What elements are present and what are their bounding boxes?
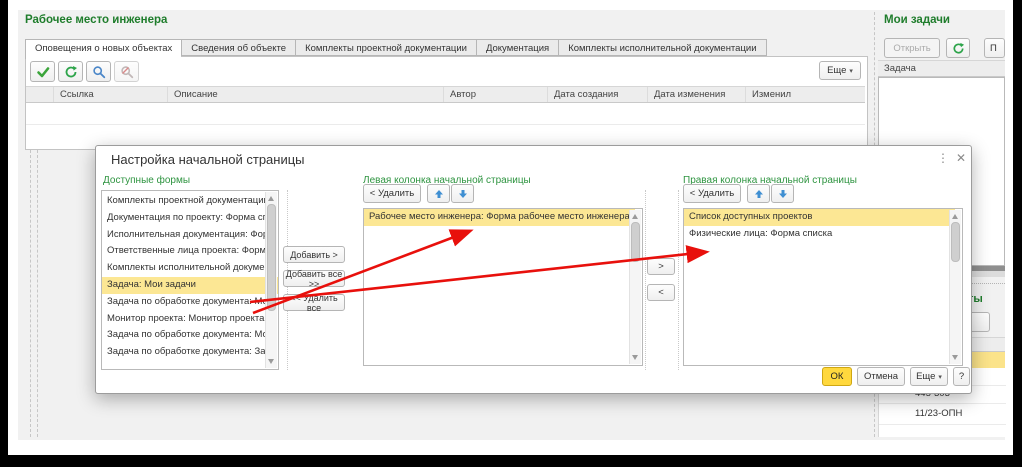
row-divider	[879, 424, 1006, 425]
tasks-table-header: Задача	[878, 60, 1005, 77]
close-icon[interactable]: ✕	[956, 152, 966, 164]
more-button-dialog[interactable]: Еще ▾	[910, 367, 948, 386]
tasks-clipped-button[interactable]: П	[984, 38, 1005, 58]
ok-button[interactable]: ОК	[822, 367, 852, 386]
right-move-up-button[interactable]	[747, 184, 770, 203]
available-forms-label: Доступные формы	[103, 175, 190, 186]
check-icon	[36, 65, 50, 79]
scroll-up-icon[interactable]	[632, 214, 638, 219]
cancel-find-button[interactable]	[114, 61, 139, 82]
more-button-main[interactable]: Еще ▾	[819, 61, 861, 80]
list-item[interactable]: Ответственные лица проекта: Форма с...	[102, 243, 267, 260]
add-all-button[interactable]: Добавить все >>	[283, 270, 345, 287]
list-item[interactable]: Комплекты проектной документации: Ф...	[102, 193, 267, 210]
group-separator	[645, 190, 646, 370]
tasks-panel-title: Мои задачи	[884, 14, 950, 26]
refresh-icon	[64, 65, 78, 79]
tab-documentation[interactable]: Документация	[476, 39, 558, 56]
refresh-icon	[952, 42, 965, 55]
arrow-up-icon	[754, 189, 764, 199]
scroll-up-icon[interactable]	[952, 214, 958, 219]
cancel-search-icon	[120, 65, 134, 79]
move-right-button[interactable]: >	[647, 258, 675, 275]
group-separator	[678, 190, 679, 370]
arrow-up-icon	[434, 189, 444, 199]
arrow-down-icon	[458, 189, 468, 199]
scrollbar-thumb[interactable]	[267, 204, 276, 311]
scrollbar[interactable]	[265, 192, 277, 368]
list-item[interactable]: Монитор проекта: Монитор проекта	[102, 311, 267, 328]
refresh-button[interactable]	[58, 61, 83, 82]
open-task-button[interactable]: Открыть	[884, 38, 940, 58]
list-item[interactable]: Задача по обработке документа: Мои т...	[102, 327, 267, 344]
left-panel-edge-line	[30, 150, 31, 437]
search-icon	[92, 65, 106, 79]
available-forms-list[interactable]: Комплекты проектной документации: Ф... Д…	[101, 190, 279, 370]
find-button[interactable]	[86, 61, 111, 82]
column-date-created[interactable]: Дата создания	[548, 87, 648, 102]
more-button-label: Еще	[916, 371, 935, 382]
cancel-button[interactable]: Отмена	[857, 367, 905, 386]
scroll-up-icon[interactable]	[268, 196, 274, 201]
tab-asbuilt-doc-sets[interactable]: Комплекты исполнительной документации	[558, 39, 766, 56]
tab-notifications[interactable]: Оповещения о новых объектах	[25, 39, 181, 59]
empty-row-divider	[26, 124, 865, 125]
list-item[interactable]: Задача по обработке документа: Мои т...	[102, 294, 267, 311]
chevron-down-icon: ▾	[938, 373, 942, 381]
arrow-down-icon	[778, 189, 788, 199]
right-remove-button[interactable]: < Удалить	[683, 184, 741, 203]
scrollbar[interactable]	[629, 210, 641, 364]
left-move-up-button[interactable]	[427, 184, 450, 203]
scroll-down-icon[interactable]	[268, 359, 274, 364]
workspace-title: Рабочее место инженера	[25, 14, 167, 26]
right-column-list[interactable]: Список доступных проектов Физические лиц…	[683, 208, 963, 366]
left-remove-button[interactable]: < Удалить	[363, 184, 421, 203]
confirm-button[interactable]	[30, 61, 55, 82]
remove-all-button[interactable]: << Удалить все	[283, 294, 345, 311]
list-item[interactable]: Документация по проекту: Форма списка	[102, 210, 267, 227]
table-row[interactable]: 11/23-ОПН	[879, 403, 1006, 423]
more-button-label: Еще	[827, 65, 846, 76]
tab-object-info[interactable]: Сведения об объекте	[181, 39, 295, 56]
tab-design-doc-sets[interactable]: Комплекты проектной документации	[295, 39, 476, 56]
list-item[interactable]: Комплекты исполнительной документа...	[102, 260, 267, 277]
list-item-selected[interactable]: Рабочее место инженера: Форма рабочее ме…	[364, 209, 635, 226]
notifications-tab-content	[25, 56, 868, 150]
tasks-refresh-button[interactable]	[946, 38, 970, 58]
left-column-list[interactable]: Рабочее место инженера: Форма рабочее ме…	[363, 208, 643, 366]
column-icon[interactable]	[26, 87, 54, 102]
column-task[interactable]: Задача	[878, 61, 1005, 76]
list-item-selected[interactable]: Список доступных проектов	[684, 209, 955, 226]
right-move-down-button[interactable]	[771, 184, 794, 203]
help-button[interactable]: ?	[953, 367, 970, 386]
row-divider	[879, 403, 1006, 404]
scroll-down-icon[interactable]	[952, 355, 958, 360]
list-item-selected[interactable]: Задача: Мои задачи	[102, 277, 279, 294]
move-left-button[interactable]: <	[647, 284, 675, 301]
scrollbar[interactable]	[949, 210, 961, 364]
column-author[interactable]: Автор	[444, 87, 548, 102]
list-item[interactable]: Исполнительная документация: Форма ...	[102, 227, 267, 244]
notifications-table-header: Ссылка Описание Автор Дата создания Дата…	[26, 86, 865, 103]
scrollbar-thumb[interactable]	[631, 222, 640, 262]
tab-bar: Оповещения о новых объектах Сведения об …	[25, 39, 767, 56]
list-item[interactable]: Физические лица: Форма списка	[684, 226, 962, 243]
scroll-down-icon[interactable]	[632, 355, 638, 360]
screenshot-root: Рабочее место инженера Оповещения о новы…	[0, 0, 1022, 467]
more-vertical-icon[interactable]: ⋮	[937, 152, 949, 164]
left-move-down-button[interactable]	[451, 184, 474, 203]
add-button[interactable]: Добавить >	[283, 246, 345, 263]
list-item[interactable]: Задача по обработке документа: Задач...	[102, 344, 267, 361]
start-page-setup-dialog: Настройка начальной страницы ⋮ ✕ Доступн…	[95, 145, 972, 394]
left-panel-edge-line-2	[37, 150, 38, 437]
scrollbar-thumb[interactable]	[951, 222, 960, 262]
chevron-down-icon: ▾	[849, 67, 853, 75]
column-modified-by[interactable]: Изменил	[746, 87, 863, 102]
column-date-modified[interactable]: Дата изменения	[648, 87, 746, 102]
column-description[interactable]: Описание	[168, 87, 444, 102]
dialog-title: Настройка начальной страницы	[111, 152, 305, 167]
column-link[interactable]: Ссылка	[54, 87, 168, 102]
